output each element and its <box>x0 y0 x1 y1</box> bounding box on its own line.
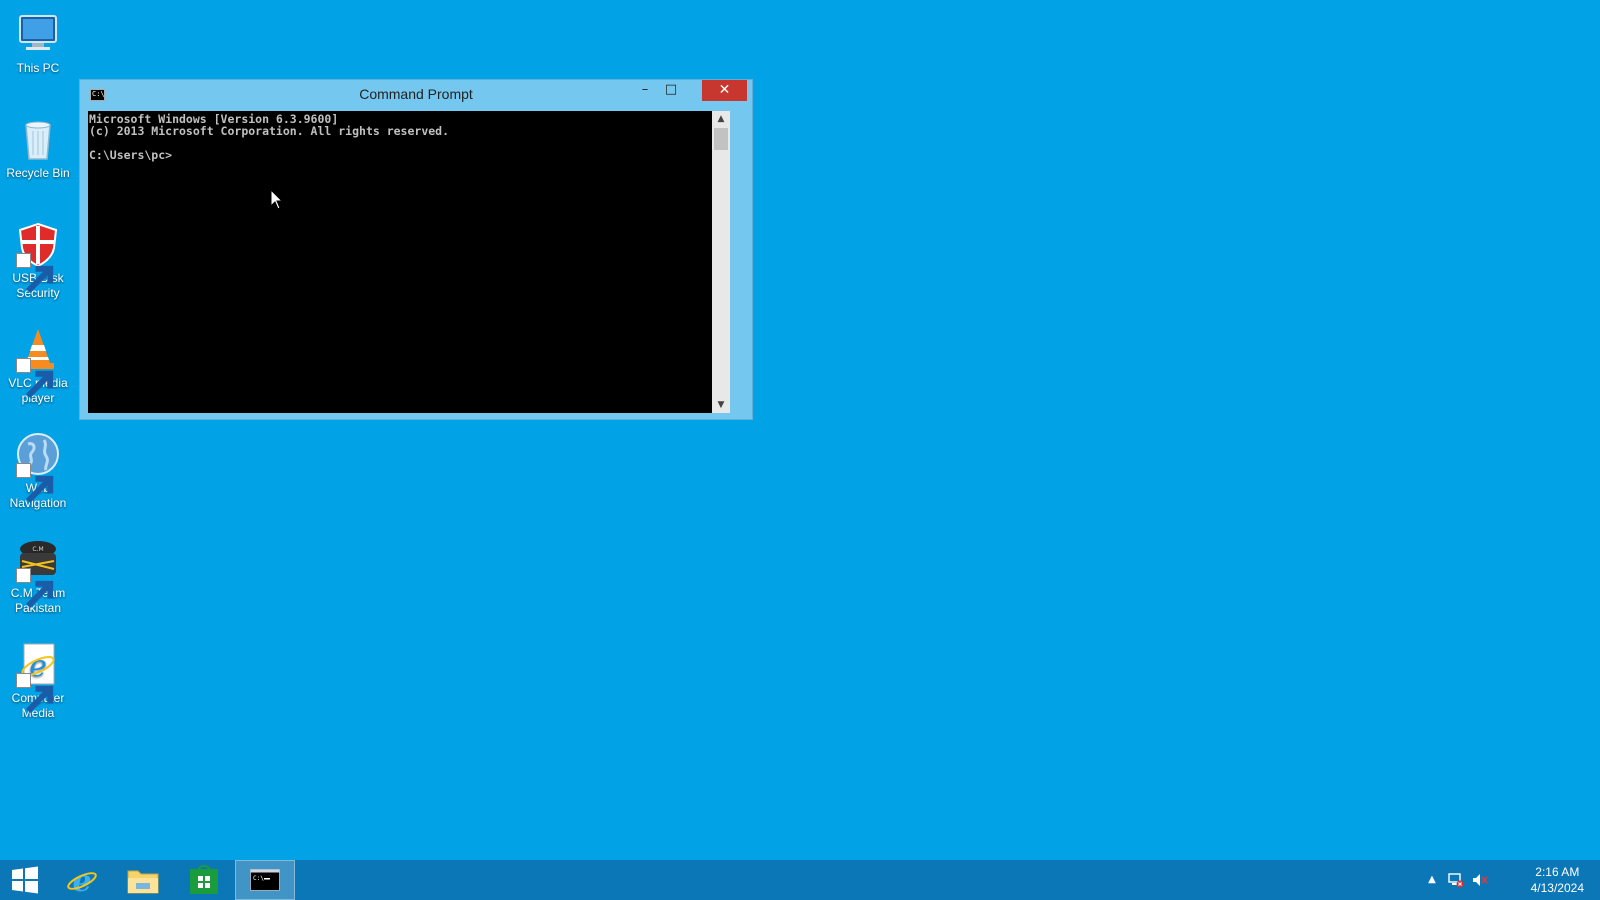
shortcut-arrow-icon <box>16 568 54 609</box>
scroll-up-button[interactable]: ▲ <box>712 111 730 127</box>
desktop-icon-label: This PC <box>16 61 60 75</box>
clock-time: 2:16 AM <box>1535 865 1580 879</box>
title-bar[interactable]: C:\ Command Prompt – □ ✕ <box>80 80 752 110</box>
volume-muted-icon[interactable] <box>1472 872 1488 888</box>
shortcut-arrow-icon <box>16 358 54 399</box>
system-tray: ▲ 2:16 AM 4/13/2024 <box>1410 860 1600 900</box>
network-disconnected-icon[interactable] <box>1448 872 1464 888</box>
show-hidden-icons-button[interactable]: ▲ <box>1424 872 1440 888</box>
command-prompt-window[interactable]: C:\ Command Prompt – □ ✕ Microsoft Windo… <box>79 79 753 420</box>
desktop-icon-recycle-bin[interactable]: Recycle Bin <box>2 107 74 181</box>
scroll-down-button[interactable]: ▼ <box>712 397 730 413</box>
taskbar-command-prompt[interactable]: C:\ <box>235 860 295 900</box>
taskbar-internet-explorer[interactable]: e <box>52 860 112 900</box>
minimize-button[interactable]: – <box>632 80 658 101</box>
cmd-icon: C:\ <box>250 869 280 891</box>
mouse-pointer-icon <box>270 189 284 210</box>
desktop-icon-label: Recycle Bin <box>6 166 70 180</box>
desktop-icon-web-navigation[interactable]: Web Navigation <box>2 422 74 511</box>
start-button[interactable] <box>0 860 50 900</box>
maximize-button[interactable]: □ <box>658 80 684 101</box>
console-line: C:\Users\pc> <box>89 148 173 162</box>
scroll-thumb[interactable] <box>714 128 728 150</box>
shortcut-arrow-icon <box>16 463 54 504</box>
folder-icon <box>127 870 159 894</box>
console-area[interactable]: Microsoft Windows [Version 6.3.9600] (c) … <box>88 111 730 413</box>
internet-explorer-icon: e <box>67 864 97 896</box>
clock[interactable]: 2:16 AM 4/13/2024 <box>1531 864 1584 896</box>
store-icon <box>190 865 218 894</box>
desktop-icon-this-pc[interactable]: This PC <box>2 2 74 76</box>
svg-text:C.M: C.M <box>32 546 43 553</box>
svg-text:C:\: C:\ <box>253 875 264 882</box>
desktop-icon-computer-media[interactable]: e Computer Media <box>2 632 74 721</box>
desktop-icon-vlc[interactable]: VLC media player <box>2 317 74 406</box>
vertical-scrollbar[interactable]: ▲ ▼ <box>712 111 730 413</box>
close-button[interactable]: ✕ <box>702 80 747 101</box>
shortcut-arrow-icon <box>16 673 54 714</box>
desktop-icon-usb-disk-security[interactable]: USB Disk Security <box>2 212 74 301</box>
clock-date: 4/13/2024 <box>1530 881 1584 895</box>
taskbar: e C:\ ▲ 2:16 AM 4/13/2024 <box>0 860 1600 900</box>
shortcut-arrow-icon <box>16 253 54 294</box>
desktop-icon-cm-team-pakistan[interactable]: C.M C.M Team Pakistan <box>2 527 74 616</box>
windows-logo-icon <box>12 866 38 894</box>
console-output[interactable]: Microsoft Windows [Version 6.3.9600] (c) … <box>89 113 712 161</box>
this-pc-icon <box>19 15 57 50</box>
taskbar-store[interactable] <box>174 860 234 900</box>
taskbar-file-explorer[interactable] <box>113 860 173 900</box>
recycle-bin-icon <box>25 121 51 160</box>
console-line: (c) 2013 Microsoft Corporation. All righ… <box>89 124 450 138</box>
